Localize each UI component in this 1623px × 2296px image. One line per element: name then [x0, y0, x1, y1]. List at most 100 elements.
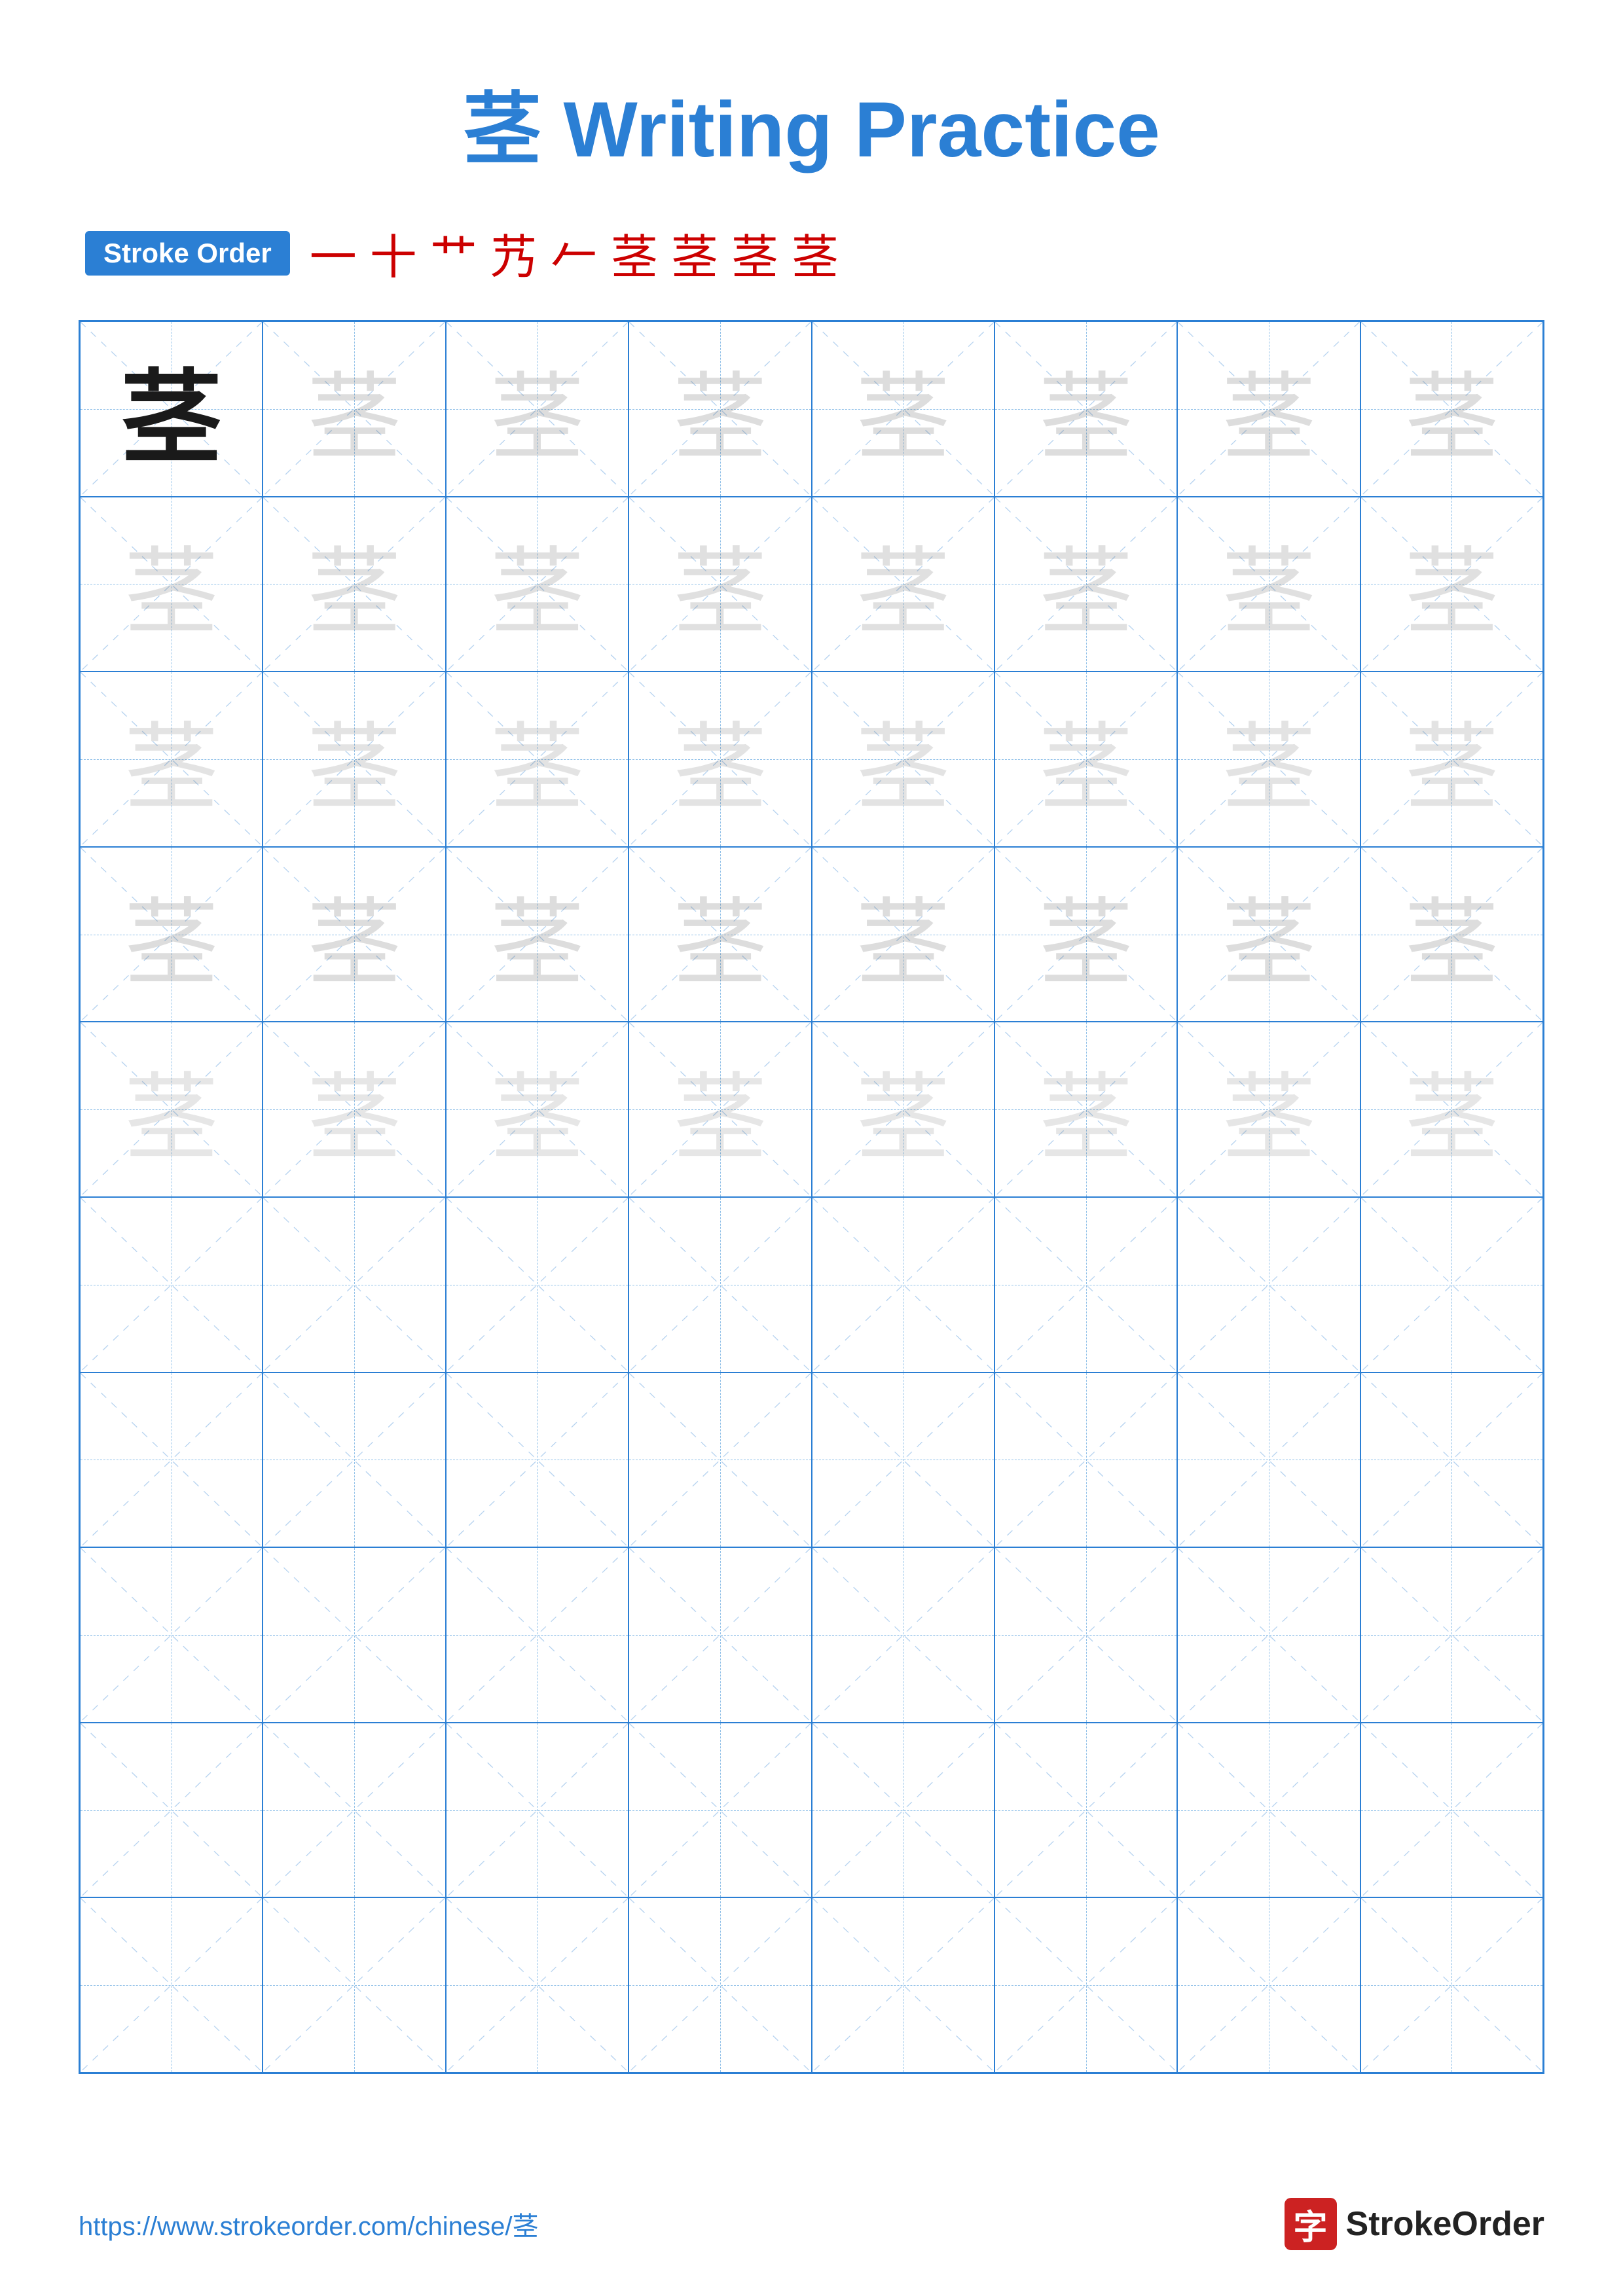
grid-cell-r5-c4[interactable]	[812, 1197, 994, 1372]
grid-cell-r5-c3[interactable]	[629, 1197, 811, 1372]
grid-cell-r6-c4[interactable]	[812, 1372, 994, 1548]
grid-cell-r3-c1[interactable]: 茎	[263, 847, 445, 1022]
grid-cell-r1-c1[interactable]: 茎	[263, 497, 445, 672]
grid-cell-r2-c1[interactable]: 茎	[263, 672, 445, 847]
grid-cell-r6-c0[interactable]	[80, 1372, 263, 1548]
grid-cell-r5-c7[interactable]	[1360, 1197, 1543, 1372]
grid-cell-r4-c3[interactable]: 茎	[629, 1022, 811, 1197]
practice-char: 茎	[490, 1041, 585, 1178]
grid-cell-r8-c3[interactable]	[629, 1723, 811, 1898]
grid-cell-r2-c4[interactable]: 茎	[812, 672, 994, 847]
grid-cell-r0-c6[interactable]: 茎	[1177, 321, 1360, 497]
grid-cell-r4-c1[interactable]: 茎	[263, 1022, 445, 1197]
title-section: 茎 Writing Practice	[79, 65, 1544, 179]
grid-cell-r8-c5[interactable]	[994, 1723, 1177, 1898]
practice-char: 茎	[1038, 340, 1133, 478]
grid-cell-r2-c6[interactable]: 茎	[1177, 672, 1360, 847]
grid-cell-r6-c1[interactable]	[263, 1372, 445, 1548]
practice-char: 茎	[124, 866, 219, 1003]
practice-char: 茎	[1404, 1041, 1499, 1178]
grid-cell-r5-c2[interactable]	[446, 1197, 629, 1372]
grid-cell-r8-c0[interactable]	[80, 1723, 263, 1898]
grid-cell-r1-c4[interactable]: 茎	[812, 497, 994, 672]
grid-cell-r9-c7[interactable]	[1360, 1897, 1543, 2073]
grid-cell-r3-c7[interactable]: 茎	[1360, 847, 1543, 1022]
grid-cell-r9-c3[interactable]	[629, 1897, 811, 2073]
grid-cell-r3-c4[interactable]: 茎	[812, 847, 994, 1022]
grid-cell-r1-c5[interactable]: 茎	[994, 497, 1177, 672]
grid-cell-r4-c2[interactable]: 茎	[446, 1022, 629, 1197]
grid-cell-r1-c6[interactable]: 茎	[1177, 497, 1360, 672]
grid-cell-r7-c4[interactable]	[812, 1547, 994, 1723]
grid-cell-r1-c7[interactable]: 茎	[1360, 497, 1543, 672]
grid-cell-r9-c6[interactable]	[1177, 1897, 1360, 2073]
grid-cell-r0-c4[interactable]: 茎	[812, 321, 994, 497]
grid-cell-r2-c5[interactable]: 茎	[994, 672, 1177, 847]
footer-url: https://www.strokeorder.com/chinese/茎	[79, 2205, 539, 2243]
grid-cell-r5-c0[interactable]	[80, 1197, 263, 1372]
grid-cell-r1-c3[interactable]: 茎	[629, 497, 811, 672]
grid-cell-r0-c2[interactable]: 茎	[446, 321, 629, 497]
practice-char: 茎	[1221, 866, 1316, 1003]
grid-cell-r9-c0[interactable]	[80, 1897, 263, 2073]
grid-cell-r7-c5[interactable]	[994, 1547, 1177, 1723]
page: 茎 Writing Practice Stroke Order 一 十 艹 艿 …	[0, 0, 1623, 2296]
grid-cell-r4-c4[interactable]: 茎	[812, 1022, 994, 1197]
grid-cell-r2-c0[interactable]: 茎	[80, 672, 263, 847]
grid-cell-r0-c3[interactable]: 茎	[629, 321, 811, 497]
grid-cell-r6-c2[interactable]	[446, 1372, 629, 1548]
grid-cell-r5-c6[interactable]	[1177, 1197, 1360, 1372]
grid-cell-r8-c6[interactable]	[1177, 1723, 1360, 1898]
practice-char: 茎	[124, 515, 219, 653]
practice-grid: 茎 茎 茎 茎 茎 茎 茎 茎	[79, 320, 1544, 2074]
grid-cell-r1-c2[interactable]: 茎	[446, 497, 629, 672]
grid-cell-r8-c7[interactable]	[1360, 1723, 1543, 1898]
grid-cell-r6-c6[interactable]	[1177, 1372, 1360, 1548]
grid-cell-r3-c2[interactable]: 茎	[446, 847, 629, 1022]
grid-cell-r9-c4[interactable]	[812, 1897, 994, 2073]
grid-cell-r8-c2[interactable]	[446, 1723, 629, 1898]
practice-char: 茎	[856, 691, 951, 828]
grid-cell-r5-c5[interactable]	[994, 1197, 1177, 1372]
grid-cell-r7-c0[interactable]	[80, 1547, 263, 1723]
grid-cell-r3-c3[interactable]: 茎	[629, 847, 811, 1022]
grid-cell-r9-c2[interactable]	[446, 1897, 629, 2073]
practice-char: 茎	[672, 1041, 767, 1178]
grid-cell-r5-c1[interactable]	[263, 1197, 445, 1372]
practice-char: 茎	[307, 1041, 402, 1178]
grid-cell-r9-c1[interactable]	[263, 1897, 445, 2073]
grid-cell-r2-c2[interactable]: 茎	[446, 672, 629, 847]
grid-cell-r0-c0[interactable]: 茎	[80, 321, 263, 497]
practice-char: 茎	[1221, 340, 1316, 478]
stroke-char-2: 十	[370, 219, 417, 287]
grid-cell-r0-c7[interactable]: 茎	[1360, 321, 1543, 497]
grid-cell-r0-c5[interactable]: 茎	[994, 321, 1177, 497]
grid-cell-r7-c6[interactable]	[1177, 1547, 1360, 1723]
stroke-order-row: Stroke Order 一 十 艹 艿 𠂉 茎 茎 茎 茎	[79, 219, 1544, 287]
grid-cell-r0-c1[interactable]: 茎	[263, 321, 445, 497]
grid-cell-r6-c5[interactable]	[994, 1372, 1177, 1548]
grid-cell-r3-c0[interactable]: 茎	[80, 847, 263, 1022]
grid-cell-r8-c4[interactable]	[812, 1723, 994, 1898]
grid-cell-r7-c2[interactable]	[446, 1547, 629, 1723]
grid-cell-r4-c6[interactable]: 茎	[1177, 1022, 1360, 1197]
grid-cell-r4-c7[interactable]: 茎	[1360, 1022, 1543, 1197]
practice-char: 茎	[856, 1041, 951, 1178]
grid-cell-r9-c5[interactable]	[994, 1897, 1177, 2073]
stroke-char-9: 茎	[792, 219, 839, 287]
grid-cell-r4-c0[interactable]: 茎	[80, 1022, 263, 1197]
brand-name: StrokeOrder	[1346, 2204, 1544, 2244]
grid-cell-r8-c1[interactable]	[263, 1723, 445, 1898]
grid-cell-r3-c6[interactable]: 茎	[1177, 847, 1360, 1022]
grid-cell-r7-c3[interactable]	[629, 1547, 811, 1723]
practice-char: 茎	[490, 340, 585, 478]
grid-cell-r7-c1[interactable]	[263, 1547, 445, 1723]
grid-cell-r2-c3[interactable]: 茎	[629, 672, 811, 847]
grid-cell-r6-c3[interactable]	[629, 1372, 811, 1548]
grid-cell-r6-c7[interactable]	[1360, 1372, 1543, 1548]
grid-cell-r4-c5[interactable]: 茎	[994, 1022, 1177, 1197]
grid-cell-r7-c7[interactable]	[1360, 1547, 1543, 1723]
grid-cell-r2-c7[interactable]: 茎	[1360, 672, 1543, 847]
grid-cell-r1-c0[interactable]: 茎	[80, 497, 263, 672]
grid-cell-r3-c5[interactable]: 茎	[994, 847, 1177, 1022]
